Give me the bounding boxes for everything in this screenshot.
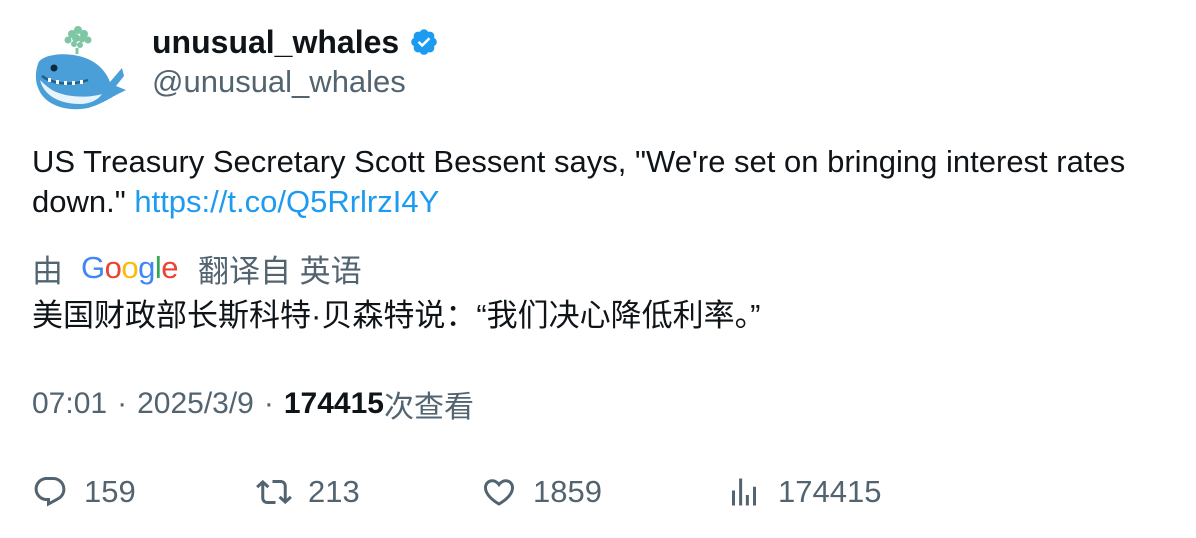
verified-badge-icon[interactable] <box>409 27 439 57</box>
like-button[interactable]: 1859 <box>481 470 602 514</box>
bar-chart-icon <box>732 478 756 506</box>
tweet-date[interactable]: 2025/3/9 <box>137 387 254 421</box>
google-logo: Google <box>81 250 179 285</box>
retweet-icon <box>256 479 292 505</box>
whale-avatar-icon <box>35 26 127 110</box>
retweet-button[interactable]: 213 <box>256 470 360 514</box>
reply-count: 159 <box>84 474 136 509</box>
display-name[interactable]: unusual_whales <box>152 24 399 61</box>
tweet-text: US Treasury Secretary Scott Bessent says… <box>32 142 1182 222</box>
tweet-meta: 07:01 · 2025/3/9 · 174415 次查看 <box>32 384 474 424</box>
avatar[interactable] <box>30 24 128 114</box>
tweet-link[interactable]: https://t.co/Q5RrlrzI4Y <box>134 184 439 219</box>
translated-by-label: 由 <box>32 253 63 289</box>
like-count: 1859 <box>533 474 602 509</box>
meta-separator: · <box>117 387 128 420</box>
views-count: 174415 <box>283 387 384 420</box>
views-button[interactable]: 174415 <box>726 470 881 514</box>
tweet-time[interactable]: 07:01 <box>32 387 107 421</box>
action-bar: 159 213 1859 174415 <box>32 470 1182 514</box>
reply-button[interactable]: 159 <box>32 470 136 514</box>
translated-text: 美国财政部长斯科特·贝森特说：“我们决心降低利率。” <box>32 298 761 333</box>
views-action-count: 174415 <box>778 474 882 509</box>
reply-icon <box>34 477 66 507</box>
views-suffix: 次查看 <box>383 391 474 424</box>
translation-attribution: 由 Google 翻译自 英语 <box>32 246 362 290</box>
meta-separator: · <box>263 387 274 420</box>
heart-icon <box>483 479 515 506</box>
retweet-count: 213 <box>308 474 360 509</box>
user-handle[interactable]: @unusual_whales <box>152 64 406 100</box>
translated-from-label[interactable]: 翻译自 英语 <box>198 246 362 291</box>
